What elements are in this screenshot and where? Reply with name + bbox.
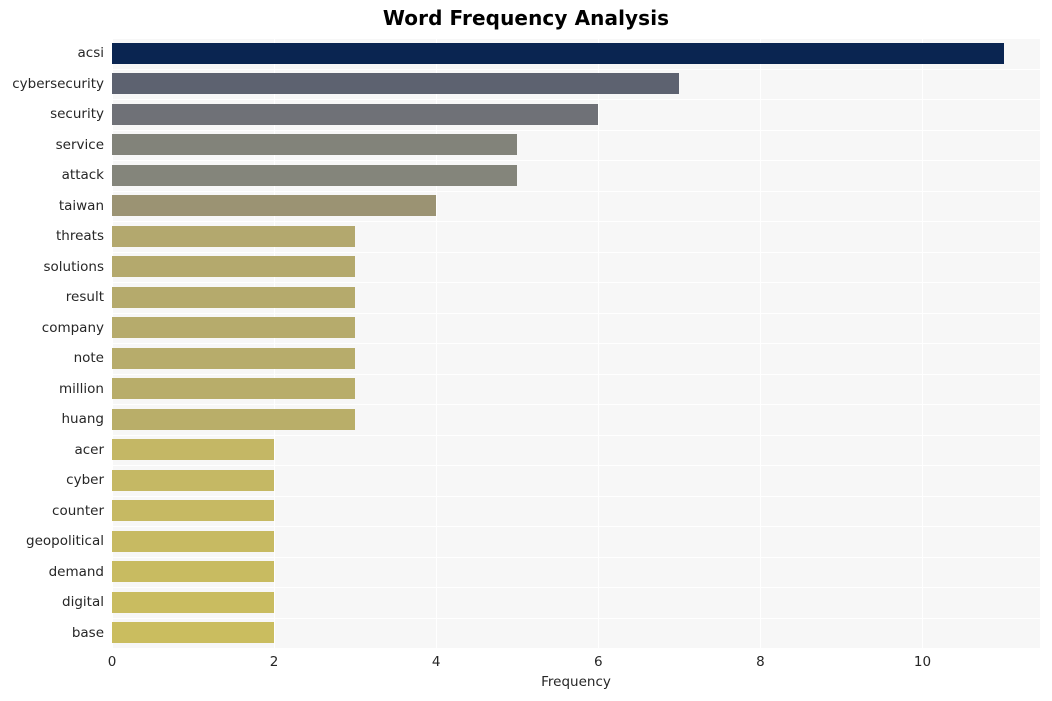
word-frequency-chart-figure: Word Frequency Analysis acsi cybersecurit… xyxy=(0,0,1052,701)
y-axis-tick-label: base xyxy=(71,624,104,641)
bar[interactable] xyxy=(112,500,275,522)
horizontal-gridline xyxy=(112,282,1040,283)
bar[interactable] xyxy=(112,317,356,339)
horizontal-gridline xyxy=(112,252,1040,253)
chart-title: Word Frequency Analysis xyxy=(382,6,670,30)
y-axis-tick-label: cybersecurity xyxy=(12,75,104,92)
y-axis-tick-labels: acsi cybersecurity security service attack ta… xyxy=(0,38,104,648)
y-axis-tick-label: huang xyxy=(61,411,104,428)
bar[interactable] xyxy=(112,103,599,125)
bar[interactable] xyxy=(112,408,356,430)
horizontal-gridline xyxy=(112,313,1040,314)
horizontal-gridline xyxy=(112,465,1040,466)
horizontal-gridline xyxy=(112,404,1040,405)
y-axis-tick-label: geopolitical xyxy=(26,533,104,550)
horizontal-gridline xyxy=(112,99,1040,100)
horizontal-gridline xyxy=(112,191,1040,192)
bar[interactable] xyxy=(112,530,275,552)
horizontal-gridline xyxy=(112,557,1040,558)
y-axis-tick-label: taiwan xyxy=(58,197,104,214)
horizontal-gridline xyxy=(112,343,1040,344)
bar[interactable] xyxy=(112,347,356,369)
y-axis-tick-label: solutions xyxy=(43,258,105,275)
bar[interactable] xyxy=(112,439,275,461)
y-axis-tick-label: threats xyxy=(55,228,104,245)
bar[interactable] xyxy=(112,561,275,583)
bar[interactable] xyxy=(112,378,356,400)
horizontal-gridline xyxy=(112,496,1040,497)
x-axis-tick-label: 4 xyxy=(431,654,441,670)
bar[interactable] xyxy=(112,134,518,156)
horizontal-gridline xyxy=(112,587,1040,588)
horizontal-gridline xyxy=(112,69,1040,70)
x-axis-title: Frequency xyxy=(541,674,611,690)
y-axis-tick-label: company xyxy=(41,319,104,336)
horizontal-gridline xyxy=(112,130,1040,131)
x-axis-tick-label: 8 xyxy=(756,654,765,670)
bar[interactable] xyxy=(112,622,275,644)
horizontal-gridline xyxy=(112,374,1040,375)
horizontal-gridline xyxy=(112,38,1040,39)
plot-area xyxy=(112,38,1040,648)
bar[interactable] xyxy=(112,591,275,613)
y-axis-tick-label: note xyxy=(73,350,104,367)
bar[interactable] xyxy=(112,73,680,95)
y-axis-tick-label: acer xyxy=(74,441,104,458)
x-axis-tick-label: 0 xyxy=(107,654,117,670)
bar[interactable] xyxy=(112,195,437,217)
bar[interactable] xyxy=(112,469,275,491)
y-axis-tick-label: million xyxy=(59,380,104,397)
horizontal-gridline xyxy=(112,221,1040,222)
x-axis-tick-label: 2 xyxy=(269,654,279,670)
x-axis-tick-label: 6 xyxy=(593,654,603,670)
bar[interactable] xyxy=(112,164,518,186)
y-axis-tick-label: digital xyxy=(62,594,104,611)
bar[interactable] xyxy=(112,225,356,247)
y-axis-tick-label: result xyxy=(65,289,104,306)
horizontal-gridline xyxy=(112,160,1040,161)
y-axis-tick-label: acsi xyxy=(77,45,104,62)
y-axis-tick-label: cyber xyxy=(66,472,104,489)
y-axis-tick-label: counter xyxy=(52,502,104,519)
bar[interactable] xyxy=(112,256,356,278)
bar[interactable] xyxy=(112,42,1004,64)
horizontal-gridline xyxy=(112,526,1040,527)
bar[interactable] xyxy=(112,286,356,308)
y-axis-tick-label: demand xyxy=(48,563,104,580)
y-axis-tick-label: service xyxy=(55,136,104,153)
y-axis-tick-label: attack xyxy=(61,167,104,184)
horizontal-gridline xyxy=(112,435,1040,436)
y-axis-tick-label: security xyxy=(50,106,104,123)
horizontal-gridline xyxy=(112,618,1040,619)
x-axis-tick-label: 10 xyxy=(913,654,932,670)
